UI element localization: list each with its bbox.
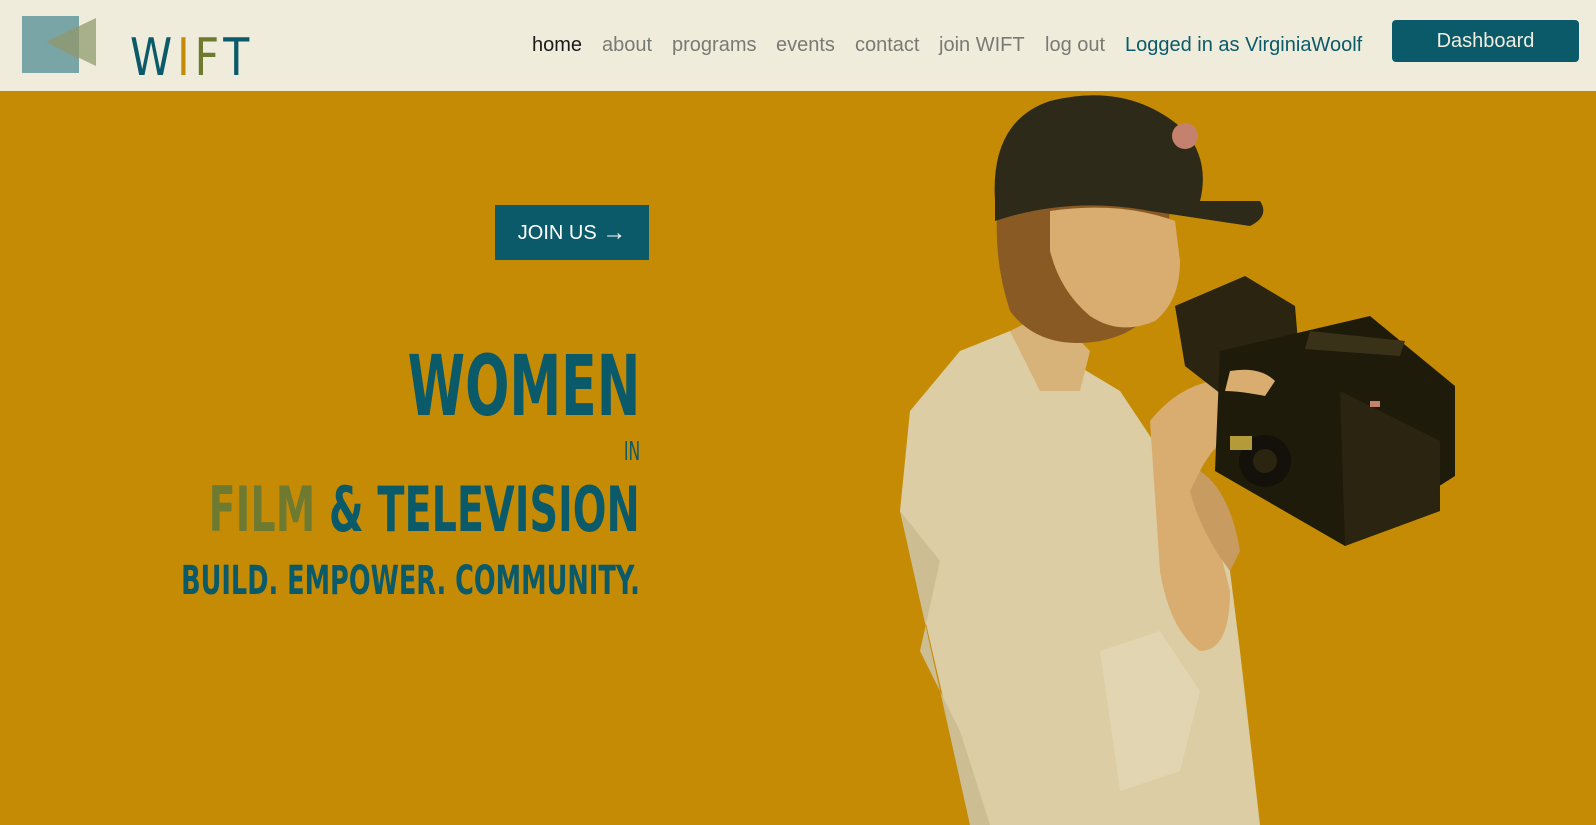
dashboard-button[interactable]: Dashboard <box>1392 20 1579 62</box>
logged-in-user-link[interactable]: Logged in as VirginiaWoolf <box>1125 33 1362 57</box>
woman-with-camera-icon <box>900 95 1455 825</box>
nav-log-out[interactable]: log out <box>1045 33 1105 57</box>
headline-in: IN <box>623 437 640 467</box>
nav-contact[interactable]: contact <box>855 33 919 57</box>
arrow-right-icon: → <box>602 219 627 246</box>
hero-section: JOIN US → WOMEN IN FILM & TELEVISION BUI… <box>0 91 1596 825</box>
nav-programs[interactable]: programs <box>672 33 756 57</box>
nav-home[interactable]: home <box>532 33 582 57</box>
main-nav: home about programs events contact join … <box>0 0 1596 91</box>
headline-women: WOMEN <box>407 337 640 435</box>
headline-television: & TELEVISION <box>315 473 640 546</box>
join-us-button[interactable]: JOIN US → <box>495 205 649 260</box>
headline-film: FILM <box>208 473 316 546</box>
hero-tagline: BUILD. EMPOWER. COMMUNITY. <box>181 558 640 604</box>
site-header: WIFT home about programs events contact … <box>0 0 1596 91</box>
nav-events[interactable]: events <box>776 33 835 57</box>
nav-join-wift[interactable]: join WIFT <box>939 33 1025 57</box>
nav-about[interactable]: about <box>602 33 652 57</box>
join-us-label: JOIN US <box>517 222 597 244</box>
headline-film-television: FILM & TELEVISION <box>209 475 640 545</box>
